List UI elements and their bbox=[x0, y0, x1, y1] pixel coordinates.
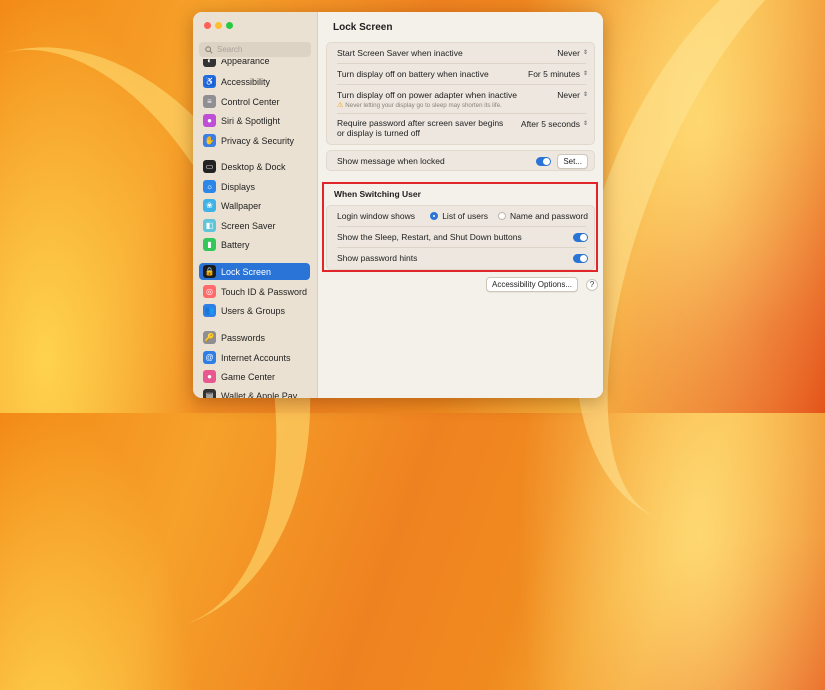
fingerprint-icon: ◎ bbox=[203, 285, 216, 298]
control-center-icon: ≡ bbox=[203, 95, 216, 108]
sidebar-item-label: Appearance bbox=[221, 55, 270, 66]
sidebar-item-internet-accounts[interactable]: @ Internet Accounts bbox=[199, 349, 310, 366]
search-input[interactable] bbox=[217, 45, 305, 54]
sidebar-item-passwords[interactable]: 🔑 Passwords bbox=[199, 329, 310, 346]
display-settings-card: Start Screen Saver when inactive Never ⇕… bbox=[326, 42, 595, 145]
accessibility-icon: ♿ bbox=[203, 75, 216, 88]
updown-chevron-icon: ⇕ bbox=[582, 71, 588, 77]
battery-value: For 5 minutes bbox=[528, 69, 580, 79]
siri-icon: ● bbox=[203, 114, 216, 127]
sidebar-item-screen-saver[interactable]: ◧ Screen Saver bbox=[199, 217, 310, 234]
sidebar-item-label: Internet Accounts bbox=[221, 352, 291, 363]
sidebar-item-control-center[interactable]: ≡ Control Center bbox=[199, 93, 310, 110]
sidebar-item-battery[interactable]: ▮ Battery bbox=[199, 236, 310, 253]
sidebar-item-wallpaper[interactable]: ❀ Wallpaper bbox=[199, 197, 310, 214]
sidebar-item-label: Touch ID & Password bbox=[221, 286, 308, 297]
power-note-text: Never letting your display go to sleep m… bbox=[345, 101, 502, 109]
key-icon: 🔑 bbox=[203, 331, 216, 344]
sidebar-item-privacy-security[interactable]: ✋ Privacy & Security bbox=[199, 132, 310, 149]
screen-saver-icon: ◧ bbox=[203, 219, 216, 232]
message-toggle[interactable] bbox=[536, 156, 552, 166]
wallet-icon: ▤ bbox=[203, 389, 216, 398]
power-value: Never bbox=[557, 90, 580, 100]
displays-icon: ☼ bbox=[203, 180, 216, 193]
sidebar-item-lock-screen[interactable]: 🔒 Lock Screen bbox=[199, 263, 310, 280]
sidebar-item-label: Accessibility bbox=[221, 76, 271, 87]
sidebar-item-label: Control Center bbox=[221, 96, 280, 107]
sidebar: ◐Appearance♿Accessibility≡Control Center… bbox=[193, 12, 318, 398]
wallpaper-icon: ❀ bbox=[203, 199, 216, 212]
sidebar-item-label: Wallet & Apple Pay bbox=[221, 390, 298, 399]
screensaver-label: Start Screen Saver when inactive bbox=[337, 48, 463, 58]
message-card: Show message when locked Set... bbox=[326, 150, 595, 171]
game-center-icon: ● bbox=[203, 370, 216, 383]
sidebar-item-label: Privacy & Security bbox=[221, 135, 295, 146]
page-title: Lock Screen bbox=[333, 22, 393, 33]
power-label: Turn display off on power adapter when i… bbox=[337, 90, 518, 100]
sidebar-item-label: Screen Saver bbox=[221, 220, 276, 231]
screensaver-popup[interactable]: Never ⇕ bbox=[557, 48, 588, 58]
traffic-lights bbox=[204, 22, 233, 29]
sidebar-item-label: Siri & Spotlight bbox=[221, 115, 281, 126]
battery-label: Turn display off on battery when inactiv… bbox=[337, 69, 489, 79]
password-value: After 5 seconds bbox=[520, 119, 580, 129]
search-icon bbox=[205, 45, 213, 54]
sidebar-item-desktop-dock[interactable]: ▭ Desktop & Dock bbox=[199, 158, 310, 175]
minimize-button[interactable] bbox=[215, 22, 222, 29]
sidebar-item-touch-id-password[interactable]: ◎ Touch ID & Password bbox=[199, 283, 310, 300]
power-popup[interactable]: Never ⇕ bbox=[557, 90, 588, 100]
set-message-button[interactable]: Set... bbox=[557, 153, 588, 169]
zoom-button[interactable] bbox=[226, 22, 233, 29]
dock-icon: ▭ bbox=[203, 160, 216, 173]
updown-chevron-icon: ⇕ bbox=[582, 50, 588, 56]
close-button[interactable] bbox=[204, 22, 211, 29]
lock-icon: 🔒 bbox=[203, 265, 216, 278]
sidebar-item-label: Wallpaper bbox=[221, 200, 262, 211]
sidebar-item-label: Battery bbox=[221, 239, 250, 250]
highlight-box bbox=[322, 182, 598, 272]
hand-icon: ✋ bbox=[203, 134, 216, 147]
updown-chevron-icon: ⇕ bbox=[582, 121, 588, 127]
sidebar-item-displays[interactable]: ☼ Displays bbox=[199, 178, 310, 195]
sidebar-item-label: Displays bbox=[221, 181, 256, 192]
updown-chevron-icon: ⇕ bbox=[582, 92, 588, 98]
sidebar-item-label: Game Center bbox=[221, 371, 276, 382]
search-field[interactable] bbox=[199, 42, 311, 57]
sidebar-item-game-center[interactable]: ● Game Center bbox=[199, 368, 310, 385]
sidebar-item-label: Desktop & Dock bbox=[221, 161, 286, 172]
battery-icon: ▮ bbox=[203, 238, 216, 251]
sidebar-item-siri-spotlight[interactable]: ● Siri & Spotlight bbox=[199, 112, 310, 129]
sidebar-item-label: Users & Groups bbox=[221, 305, 286, 316]
password-popup[interactable]: After 5 seconds ⇕ bbox=[521, 119, 588, 129]
warning-icon: ⚠ bbox=[337, 102, 344, 109]
sidebar-item-label: Lock Screen bbox=[221, 266, 272, 277]
users-icon: 👥 bbox=[203, 304, 216, 317]
help-button[interactable]: ? bbox=[586, 278, 599, 291]
battery-popup[interactable]: For 5 minutes ⇕ bbox=[528, 69, 588, 79]
accessibility-options-button[interactable]: Accessibility Options... bbox=[486, 277, 579, 292]
sidebar-item-label: Passwords bbox=[221, 332, 266, 343]
sidebar-item-wallet-apple-pay[interactable]: ▤ Wallet & Apple Pay bbox=[199, 387, 310, 398]
message-label: Show message when locked bbox=[337, 156, 445, 166]
sidebar-item-accessibility[interactable]: ♿ Accessibility bbox=[199, 73, 310, 90]
sidebar-item-users-groups[interactable]: 👥 Users & Groups bbox=[199, 302, 310, 319]
power-warning: ⚠ Never letting your display go to sleep… bbox=[337, 101, 502, 110]
screensaver-value: Never bbox=[557, 48, 580, 58]
at-icon: @ bbox=[203, 351, 216, 364]
password-label: Require password after screen saver begi… bbox=[337, 118, 504, 138]
